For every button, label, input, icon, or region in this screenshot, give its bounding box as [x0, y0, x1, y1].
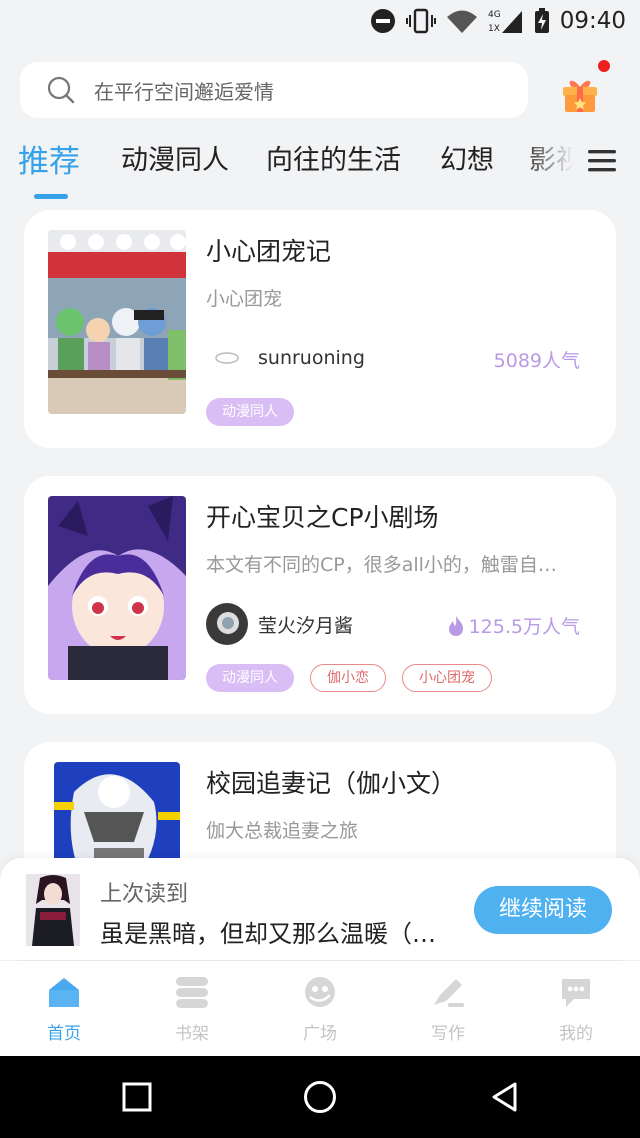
write-icon	[434, 979, 464, 1007]
svg-text:1X: 1X	[488, 24, 500, 34]
battery-charging-icon	[534, 8, 549, 33]
search-input[interactable]: 在平行空间邂逅爱情	[20, 62, 528, 118]
avatar[interactable]	[206, 603, 248, 645]
last-read-cover[interactable]	[26, 874, 80, 946]
tag[interactable]: 动漫同人	[206, 398, 294, 426]
notification-dot	[598, 60, 610, 72]
tab-fade	[520, 138, 640, 186]
search-icon	[47, 76, 75, 104]
bookshelf-icon	[176, 977, 208, 1008]
tag[interactable]: 小心团宠	[402, 664, 492, 692]
nav-profile[interactable]: 我的	[512, 975, 640, 1044]
popularity-count: 5089人气	[493, 350, 580, 372]
avatar[interactable]	[206, 337, 248, 379]
story-title[interactable]: 小心团宠记	[206, 232, 331, 268]
last-read-title[interactable]: 虽是黑暗，但却又那么温暖（…	[100, 914, 436, 949]
category-tabs: 推荐 动漫同人 向往的生活 幻想 影视	[0, 138, 640, 208]
tag-list: 动漫同人 伽小恋 小心团宠	[206, 664, 492, 692]
story-subtitle: 本文有不同的CP，很多all小的，触雷自…	[206, 554, 557, 576]
tag-list: 动漫同人	[206, 398, 294, 426]
gift-icon[interactable]	[560, 74, 600, 114]
last-read-label: 上次读到	[100, 882, 189, 907]
active-tab-indicator	[34, 194, 68, 199]
svg-text:4G: 4G	[488, 10, 501, 20]
status-bar: 4G 1X 09:40	[0, 0, 640, 44]
story-cover[interactable]	[48, 496, 186, 680]
wifi-icon	[446, 10, 477, 33]
author-name[interactable]: sunruoning	[258, 347, 365, 369]
fire-icon	[448, 615, 463, 636]
signal-icon: 4G 1X	[488, 10, 522, 34]
story-subtitle: 小心团宠	[206, 288, 283, 310]
plaza-icon	[305, 977, 335, 1007]
menu-icon[interactable]	[584, 146, 618, 176]
status-time: 09:40	[559, 8, 626, 34]
search-row: 在平行空间邂逅爱情	[0, 56, 640, 126]
popularity-count: 125.5万人气	[447, 612, 580, 639]
nav-plaza[interactable]: 广场	[256, 975, 384, 1044]
story-subtitle: 伽大总裁追妻之旅	[206, 820, 359, 842]
search-placeholder: 在平行空间邂逅爱情	[94, 79, 274, 104]
story-title[interactable]: 校园追妻记（伽小文）	[206, 764, 456, 800]
do-not-disturb-icon	[370, 9, 395, 33]
back-icon[interactable]	[488, 1080, 522, 1114]
system-nav-bar	[0, 1056, 640, 1138]
tab-dream-life[interactable]: 向往的生活	[266, 138, 401, 177]
author-name[interactable]: 莹火汐月酱	[258, 611, 353, 638]
tab-recommend[interactable]: 推荐	[18, 136, 80, 181]
profile-icon	[562, 979, 590, 1007]
bottom-nav: 首页 书架 广场 写作 我的	[0, 961, 640, 1056]
nav-home[interactable]: 首页	[0, 975, 128, 1044]
tag[interactable]: 动漫同人	[206, 664, 294, 692]
story-title[interactable]: 开心宝贝之CP小剧场	[206, 498, 439, 534]
story-card[interactable]: 小心团宠记 小心团宠 sunruoning 5089人气 动漫同人	[24, 210, 616, 448]
nav-write[interactable]: 写作	[384, 975, 512, 1044]
tab-fantasy[interactable]: 幻想	[440, 138, 494, 177]
home-button-icon[interactable]	[302, 1079, 338, 1115]
tag[interactable]: 伽小恋	[310, 664, 386, 692]
continue-reading-button[interactable]: 继续阅读	[474, 886, 612, 934]
home-icon	[49, 978, 79, 1007]
recents-icon[interactable]	[120, 1080, 154, 1114]
nav-bookshelf[interactable]: 书架	[128, 975, 256, 1044]
story-card[interactable]: 开心宝贝之CP小剧场 本文有不同的CP，很多all小的，触雷自… 莹火汐月酱 1…	[24, 476, 616, 714]
story-cover[interactable]	[48, 230, 186, 414]
last-read-bar[interactable]: 上次读到 虽是黑暗，但却又那么温暖（… 继续阅读	[0, 858, 640, 960]
tab-anime-fanfic[interactable]: 动漫同人	[121, 138, 229, 177]
vibrate-icon	[405, 8, 436, 34]
